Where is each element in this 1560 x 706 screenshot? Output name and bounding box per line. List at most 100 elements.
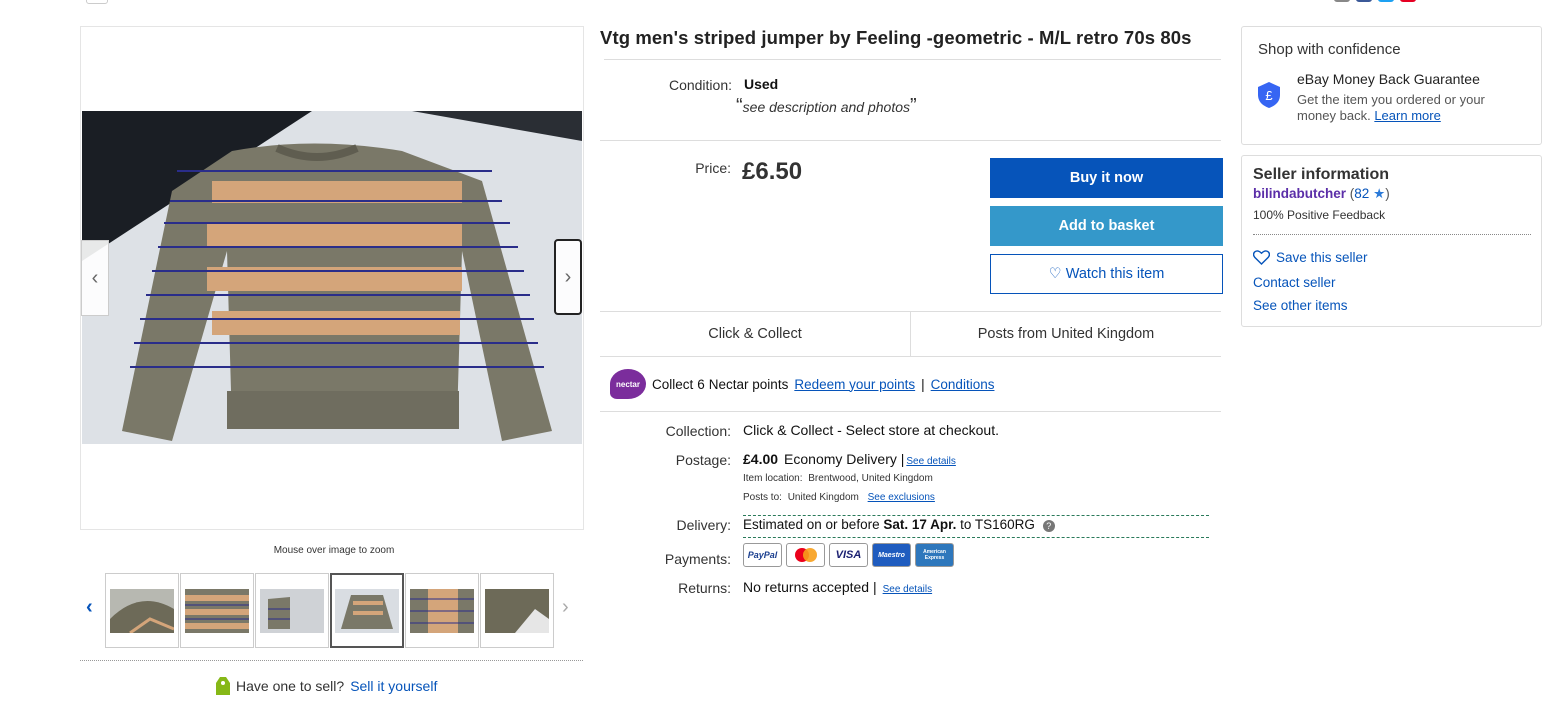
nectar-divider: |: [921, 376, 925, 392]
seller-name-row: bilindabutcher (82 ★): [1253, 186, 1390, 201]
thumbnail-6[interactable]: [480, 573, 554, 648]
thumbnail-strip: ‹ ›: [84, 572, 584, 650]
delivery-date: Sat. 17 Apr.: [883, 517, 957, 532]
price-label: Price:: [695, 160, 731, 176]
svg-text:£: £: [1265, 88, 1273, 103]
share-icons[interactable]: [1334, 0, 1416, 2]
collection-label: Collection:: [665, 423, 731, 439]
guarantee-title: eBay Money Back Guarantee: [1297, 71, 1480, 87]
save-seller-row[interactable]: Save this seller: [1253, 250, 1368, 265]
mastercard-icon: [786, 543, 825, 567]
seller-name-link[interactable]: bilindabutcher: [1253, 186, 1346, 201]
thumbnail-1[interactable]: [105, 573, 179, 648]
nectar-points: 6: [697, 376, 705, 392]
item-location: Item location: Brentwood, United Kingdom: [743, 473, 933, 484]
visa-icon: VISA: [829, 543, 868, 567]
posts-to: Posts to: United Kingdom See exclusions: [743, 492, 935, 503]
shipping-tabs: Click & Collect Posts from United Kingdo…: [600, 311, 1221, 357]
nectar-row: nectar Collect 6 Nectar points Redeem yo…: [610, 369, 994, 399]
heart-icon: ♡: [1048, 266, 1062, 282]
close-quote: ”: [910, 95, 917, 117]
condition-note: “see description and photos”: [736, 95, 917, 118]
thumbnail-4[interactable]: [330, 573, 404, 648]
gallery-next-button[interactable]: ›: [554, 239, 582, 315]
thumbnail-5[interactable]: [405, 573, 479, 648]
main-product-image[interactable]: [82, 111, 582, 444]
thumbnail-2[interactable]: [180, 573, 254, 648]
add-to-basket-button[interactable]: Add to basket: [990, 206, 1223, 246]
guarantee-text-block: Get the item you ordered or your money b…: [1297, 92, 1527, 124]
item-location-label: Item location:: [743, 473, 803, 484]
help-icon[interactable]: ?: [1042, 520, 1055, 532]
delivery-label: Delivery:: [676, 517, 731, 533]
collection-value: Click & Collect - Select store at checko…: [743, 422, 999, 438]
seller-divider: [1253, 234, 1531, 235]
thumb-prev-icon[interactable]: ‹: [86, 596, 93, 619]
sell-it-yourself-link[interactable]: Sell it yourself: [350, 678, 437, 694]
redeem-points-link[interactable]: Redeem your points: [794, 377, 915, 392]
payment-logos: PayPal VISA Maestro American Express: [743, 543, 954, 567]
sell-prompt: Have one to sell? Sell it yourself: [216, 677, 437, 695]
open-quote: “: [736, 95, 743, 117]
postage-details-link[interactable]: See details: [906, 456, 955, 467]
postage-label: Postage:: [675, 452, 731, 468]
nectar-divider-line: [600, 411, 1221, 412]
see-exclusions-link[interactable]: See exclusions: [868, 492, 935, 503]
paypal-icon: PayPal: [743, 543, 782, 567]
buy-it-now-button[interactable]: Buy it now: [990, 158, 1223, 198]
save-seller-link[interactable]: Save this seller: [1276, 250, 1368, 265]
sell-prompt-text: Have one to sell?: [236, 678, 345, 694]
seller-heading: Seller information: [1253, 166, 1390, 183]
posts-from-tab[interactable]: Posts from United Kingdom: [911, 312, 1221, 356]
chevron-left-icon: ‹: [91, 266, 99, 289]
thumbnail-3[interactable]: [255, 573, 329, 648]
condition-label: Condition:: [668, 77, 732, 93]
learn-more-link[interactable]: Learn more: [1374, 108, 1440, 123]
thumb-next-icon[interactable]: ›: [562, 596, 569, 619]
item-title: Vtg men's striped jumper by Feeling -geo…: [600, 27, 1192, 48]
divider: [80, 660, 583, 661]
zoom-hint: Mouse over image to zoom: [273, 545, 395, 556]
seller-feedback-score[interactable]: 82: [1354, 186, 1369, 201]
maestro-icon: Maestro: [872, 543, 911, 567]
posts-to-label: Posts to:: [743, 492, 782, 503]
nectar-logo-icon: nectar: [610, 369, 646, 399]
condition-divider: [600, 140, 1221, 141]
posts-to-value: United Kingdom: [787, 492, 859, 503]
jumper-photo: [82, 111, 582, 444]
facebook-share-icon[interactable]: [1356, 0, 1372, 2]
price-value: £6.50: [742, 158, 803, 185]
returns-label: Returns:: [678, 580, 731, 596]
top-checkbox-fragment: [86, 0, 108, 4]
nectar-collect-prefix: Collect: [652, 376, 694, 392]
payments-label: Payments:: [664, 551, 731, 567]
contact-seller-link[interactable]: Contact seller: [1253, 275, 1336, 290]
gallery-prev-button[interactable]: ‹: [81, 240, 109, 316]
nectar-conditions-link[interactable]: Conditions: [931, 377, 995, 392]
returns-details-link[interactable]: See details: [883, 584, 932, 595]
click-collect-tab[interactable]: Click & Collect: [600, 312, 911, 356]
confidence-heading: Shop with confidence: [1258, 41, 1401, 58]
chevron-right-icon: ›: [564, 265, 572, 288]
delivery-suffix: to TS160RG: [960, 517, 1035, 532]
pinterest-share-icon[interactable]: [1400, 0, 1416, 2]
condition-note-text: see description and photos: [742, 99, 911, 115]
star-icon: ★: [1373, 186, 1386, 201]
title-divider: [604, 59, 1221, 60]
heart-outline-icon: [1253, 250, 1270, 265]
returns-value: No returns accepted |: [743, 579, 877, 595]
see-other-items-link[interactable]: See other items: [1253, 298, 1348, 313]
watch-item-button[interactable]: ♡ Watch this item: [990, 254, 1223, 294]
shop-confidence-card: Shop with confidence £ eBay Money Back G…: [1241, 26, 1542, 145]
postage-price: £4.00: [743, 451, 779, 467]
seller-info-card: Seller information bilindabutcher (82 ★)…: [1241, 155, 1542, 327]
postage-method: Economy Delivery |: [784, 451, 905, 467]
email-share-icon[interactable]: [1334, 0, 1350, 2]
condition-value: Used: [744, 76, 779, 92]
twitter-share-icon[interactable]: [1378, 0, 1394, 2]
shield-icon: £: [1258, 82, 1280, 108]
postage-row: £4.00 Economy Delivery | See details: [743, 451, 956, 467]
delivery-value: Estimated on or before Sat. 17 Apr. to T…: [743, 517, 1055, 532]
delivery-prefix: Estimated on or before: [743, 517, 880, 532]
item-location-value: Brentwood, United Kingdom: [808, 473, 933, 484]
